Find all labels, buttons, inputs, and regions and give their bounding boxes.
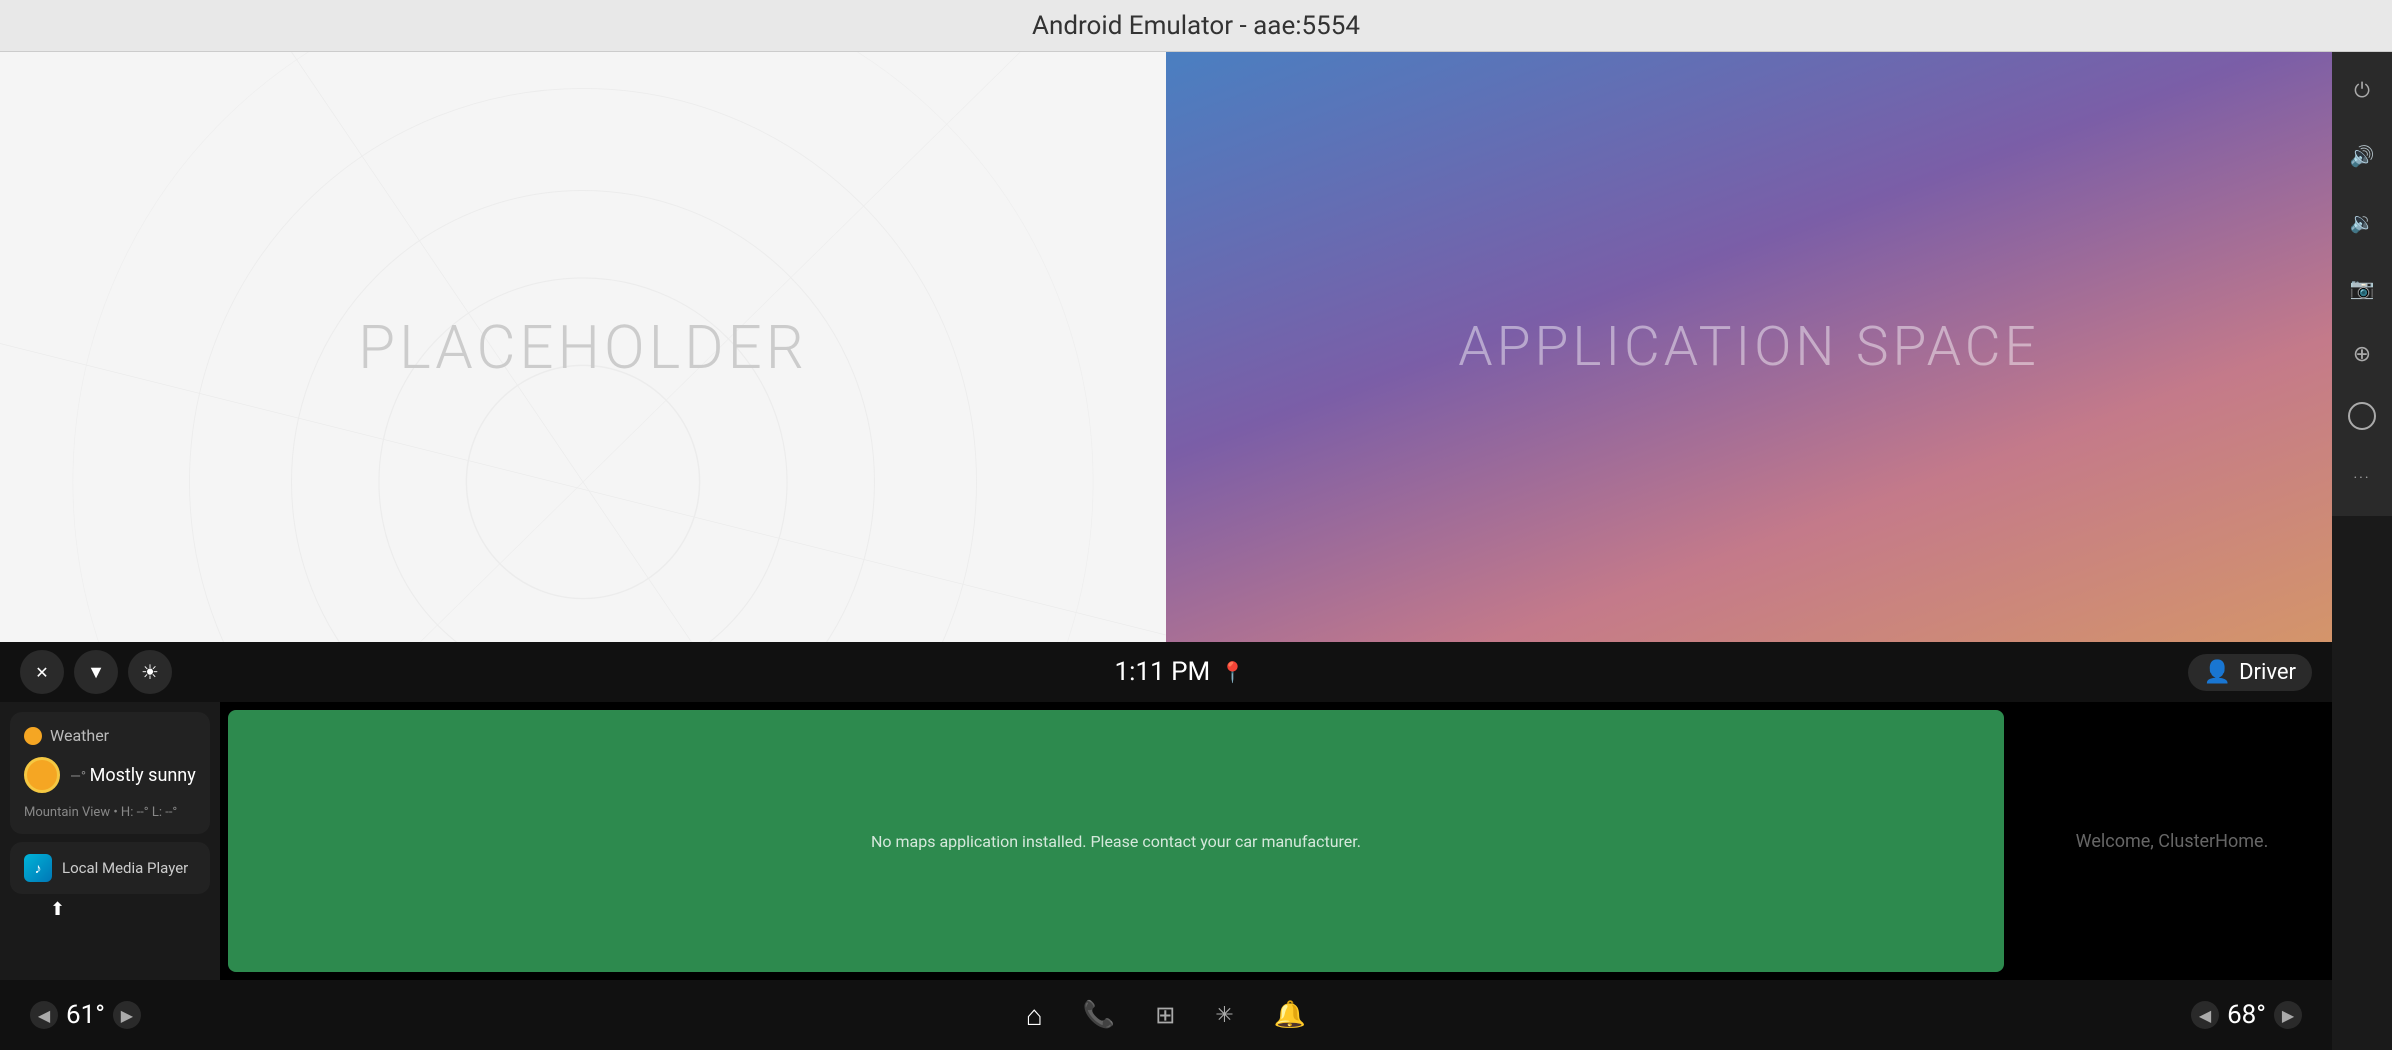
- weather-condition: —° Mostly sunny: [70, 765, 196, 786]
- application-space-text: APPLICATION SPACE: [1458, 315, 2039, 379]
- temp-left-increase-button[interactable]: ▶: [113, 1001, 141, 1029]
- title-bar: Android Emulator - aae:5554: [0, 0, 2392, 52]
- media-player-icon: ♪: [24, 854, 52, 882]
- driver-person-icon: 👤: [2204, 660, 2231, 685]
- bluetooth-button[interactable]: ✕: [20, 650, 64, 694]
- temp-right-increase-button[interactable]: ▶: [2274, 1001, 2302, 1029]
- weather-condition-text: Mostly sunny: [90, 765, 196, 786]
- circle-icon[interactable]: [2348, 402, 2376, 430]
- placeholder-text: PLACEHOLDER: [358, 312, 808, 383]
- weather-label: Weather: [50, 726, 109, 745]
- weather-card[interactable]: Weather —° Mostly sunny Mountain View • …: [10, 712, 210, 834]
- camera-icon[interactable]: 📷: [2344, 270, 2380, 306]
- emulator-body: PLACEHOLDER APPLICATION SPACE ✕ ▼ ☀ 1:11…: [0, 52, 2332, 1050]
- nav-left: ◀ 61° ▶: [30, 1000, 141, 1030]
- wifi-button[interactable]: ▼: [74, 650, 118, 694]
- grid-icon[interactable]: ⊞: [1155, 1001, 1175, 1029]
- volume-down-icon[interactable]: 🔉: [2344, 204, 2380, 240]
- home-icon[interactable]: ⌂: [1026, 999, 1043, 1032]
- temp-right-display: 68°: [2227, 1000, 2266, 1030]
- temp-left-display: 61°: [66, 1000, 105, 1030]
- zoom-icon[interactable]: ⊕: [2344, 336, 2380, 372]
- temp-right-decrease-button[interactable]: ◀: [2191, 1001, 2219, 1029]
- temp-left-decrease-button[interactable]: ◀: [30, 1001, 58, 1029]
- more-icon[interactable]: ···: [2344, 460, 2380, 496]
- android-auto-section: ✕ ▼ ☀ 1:11 PM 📍 👤 Driver: [0, 642, 2332, 1050]
- status-bar-right: 👤 Driver: [2188, 654, 2312, 691]
- current-time: 1:11 PM: [1115, 657, 1211, 687]
- right-controls-sidebar: ⏻ 🔊 🔉 📷 ⊕ ···: [2332, 52, 2392, 516]
- weather-main: —° Mostly sunny: [24, 757, 196, 793]
- placeholder-panel: PLACEHOLDER: [0, 52, 1166, 642]
- status-bar: ✕ ▼ ☀ 1:11 PM 📍 👤 Driver: [0, 642, 2332, 702]
- fan-icon[interactable]: ✳: [1215, 1003, 1233, 1028]
- volume-up-icon[interactable]: 🔊: [2344, 138, 2380, 174]
- weather-dash: —°: [70, 769, 90, 785]
- temp-left-value: 61°: [66, 1000, 105, 1030]
- brightness-button[interactable]: ☀: [128, 650, 172, 694]
- map-message: No maps application installed. Please co…: [871, 832, 1361, 851]
- weather-sun-icon: [24, 727, 42, 745]
- media-label: Local Media Player: [62, 859, 188, 877]
- weather-header: Weather: [24, 726, 196, 745]
- phone-icon[interactable]: 📞: [1083, 1000, 1115, 1030]
- nav-right: ◀ 68° ▶: [2191, 1000, 2302, 1030]
- nav-center: ⌂ 📞 ⊞ ✳ 🔔: [1026, 999, 1306, 1032]
- location-icon: 📍: [1220, 660, 1245, 684]
- cluster-info-panel: Welcome, ClusterHome.: [2012, 702, 2332, 980]
- bell-icon[interactable]: 🔔: [1274, 1000, 1306, 1030]
- application-space-panel: APPLICATION SPACE: [1166, 52, 2332, 642]
- nav-bar: ◀ 61° ▶ ⌂ 📞 ⊞ ✳ 🔔 ◀ 68° ▶: [0, 980, 2332, 1050]
- cluster-welcome-text: Welcome, ClusterHome.: [2076, 831, 2269, 852]
- sun-icon-large: [24, 757, 60, 793]
- media-card[interactable]: ♪ Local Media Player: [10, 842, 210, 894]
- driver-label: Driver: [2239, 660, 2296, 685]
- status-bar-center: 1:11 PM 📍: [1115, 657, 1246, 687]
- top-split: PLACEHOLDER APPLICATION SPACE: [0, 52, 2332, 642]
- temp-right-value: 68°: [2227, 1000, 2266, 1030]
- notifications-panel: Weather —° Mostly sunny Mountain View • …: [0, 702, 220, 980]
- driver-button[interactable]: 👤 Driver: [2188, 654, 2312, 691]
- map-area[interactable]: No maps application installed. Please co…: [228, 710, 2004, 972]
- content-area: Weather —° Mostly sunny Mountain View • …: [0, 702, 2332, 980]
- cursor: ⬆: [50, 899, 65, 920]
- power-icon[interactable]: ⏻: [2344, 72, 2380, 108]
- status-bar-left: ✕ ▼ ☀: [20, 650, 172, 694]
- weather-location: Mountain View • H: --° L: --°: [24, 805, 196, 820]
- title-text: Android Emulator - aae:5554: [1032, 11, 1360, 41]
